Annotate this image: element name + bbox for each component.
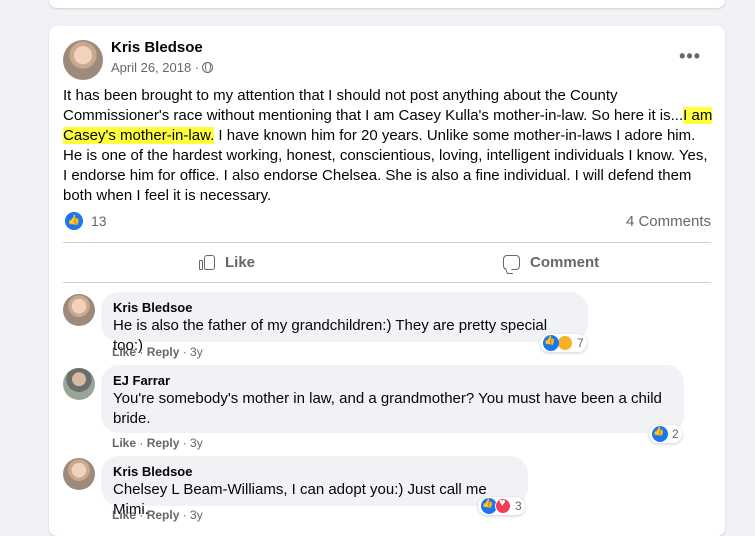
comment-button[interactable]: Comment [503,249,599,275]
comment-bubble: EJ Farrar You're somebody's mother in la… [101,365,684,433]
divider-bottom [63,282,711,283]
comment-like-link[interactable]: Like [112,436,136,450]
haha-reaction-icon [557,335,573,351]
like-reaction-icon [652,426,668,442]
comment-bubble: Kris Bledsoe Chelsey L Beam-Williams, I … [101,456,528,518]
divider-top [63,242,711,243]
comment-author[interactable]: Kris Bledsoe [113,300,576,316]
like-reaction-icon[interactable]: 👍 [65,212,83,230]
comment-like-link[interactable]: Like [112,345,136,359]
comment-avatar[interactable] [63,458,95,490]
comment-reactions[interactable]: 3 [478,497,525,515]
comment-age[interactable]: 3y [190,436,203,450]
comment-reactions[interactable]: 2 [649,425,682,443]
previous-post-card [49,0,725,8]
thumb-up-icon [199,254,215,270]
like-button[interactable]: Like [199,249,255,275]
post-meta: April 26, 2018 · [111,60,214,75]
comment-avatar[interactable] [63,368,95,400]
comment-reactions[interactable]: 7 [540,334,587,352]
comment-label: Comment [530,253,600,271]
reaction-count: 3 [515,499,522,513]
post-card: Kris Bledsoe April 26, 2018 · ••• It has… [49,26,725,536]
reaction-count: 7 [577,336,584,350]
comment-actions: Like · Reply · 3y [112,345,203,359]
post-stats: 👍 13 4 Comments [63,210,711,232]
post-body: It has been brought to my attention that… [63,86,715,206]
comment-reply-link[interactable]: Reply [147,345,180,359]
comment-bubble: Kris Bledsoe He is also the father of my… [101,292,588,354]
comment-text: You're somebody's mother in law, and a g… [113,390,662,427]
like-reaction-icon [543,335,559,351]
post-author-name[interactable]: Kris Bledsoe [111,39,203,56]
comment-count[interactable]: 4 Comments [626,213,711,230]
post-date[interactable]: April 26, 2018 · [111,60,199,75]
comment-actions: Like · Reply · 3y [112,436,203,450]
comment-avatar[interactable] [63,294,95,326]
post-body-part-1: It has been brought to my attention that… [63,87,684,124]
reaction-count: 2 [672,427,679,441]
author-avatar[interactable] [63,40,103,80]
comment-reply-link[interactable]: Reply [147,436,180,450]
like-count[interactable]: 13 [91,213,107,229]
comment-age[interactable]: 3y [190,508,203,522]
comment-actions: Like · Reply · 3y [112,508,203,522]
comment-author[interactable]: EJ Farrar [113,373,672,389]
comment-icon [503,254,520,270]
comment-like-link[interactable]: Like [112,508,136,522]
comment-age[interactable]: 3y [190,345,203,359]
more-options-icon[interactable]: ••• [679,46,701,67]
like-label: Like [225,253,256,271]
love-reaction-icon [495,497,511,514]
comment-author[interactable]: Kris Bledsoe [113,464,516,480]
globe-icon [202,62,214,73]
comment-reply-link[interactable]: Reply [147,508,180,522]
